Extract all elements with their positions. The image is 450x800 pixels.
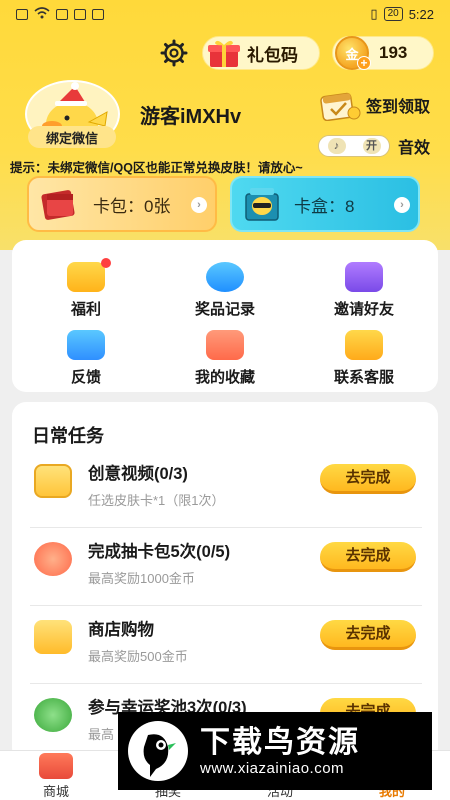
settings-gear-icon[interactable]	[158, 37, 190, 69]
task-row: 完成抽卡包5次(0/5) 最高奖励1000金币 去完成	[30, 528, 422, 606]
grid-item-my-favorites[interactable]: 我的收藏	[170, 330, 280, 387]
gift-box-icon	[207, 38, 241, 68]
grid-item-welfare[interactable]: 福利	[31, 258, 141, 319]
wifi-icon	[34, 6, 50, 22]
card-box-button[interactable]: 卡盒：8 ›	[230, 176, 420, 232]
coin-count: 193	[379, 43, 408, 62]
sim-icon	[16, 8, 28, 20]
gift-icon	[67, 258, 111, 292]
card-pack-icon	[37, 184, 81, 224]
money-bag-icon	[34, 542, 72, 576]
username: 游客iMXHv	[140, 106, 242, 128]
calendar-checkin-icon	[318, 89, 362, 122]
task-subtitle: 最高奖励500金币	[88, 649, 188, 664]
battery-indicator: 20	[383, 7, 403, 21]
feature-grid: 福利 奖品记录 邀请好友 反馈 我的收藏 联系客服	[12, 240, 438, 392]
coin-balance[interactable]: 金 + 193	[332, 36, 434, 70]
message-dots-icon	[67, 330, 105, 360]
chevron-right-icon: ›	[191, 197, 207, 213]
sound-setting: ♪ 开 音效	[318, 134, 430, 158]
header-actions: 礼包码 金 + 193	[158, 36, 434, 70]
go-complete-button[interactable]: 去完成	[320, 542, 416, 572]
sound-label: 音效	[398, 140, 431, 157]
task-subtitle: 最高	[88, 727, 115, 742]
tab-label: 商城	[42, 784, 69, 799]
coin-icon: 金 +	[335, 36, 371, 70]
task-title: 完成抽卡包5次(0/5)	[88, 543, 231, 561]
gift-code-label: 礼包码	[247, 45, 298, 65]
grid-label: 奖品记录	[194, 301, 255, 318]
message-icon	[74, 8, 86, 20]
clock: 5:22	[408, 6, 434, 22]
notification-dot	[101, 258, 111, 268]
tasks-title: 日常任务	[32, 426, 104, 446]
daily-tasks-panel: 日常任务 创意视频(0/3) 任选皮肤卡*1（限1次） 去完成 完成抽卡包5次(…	[12, 402, 438, 762]
go-complete-button[interactable]: 去完成	[320, 464, 416, 494]
chat-bubble-icon	[206, 262, 244, 292]
sound-toggle[interactable]: ♪ 开	[318, 135, 390, 157]
checkin-button[interactable]: 签到领取	[318, 88, 430, 122]
card-box-icon	[240, 184, 284, 224]
watermark-bird-logo-icon	[128, 721, 188, 781]
gift-code-button[interactable]: 礼包码	[202, 36, 320, 70]
notice-text: 提示：未绑定微信/QQ区也能正常兑换皮肤！请放心~	[10, 161, 303, 175]
task-subtitle: 任选皮肤卡*1（限1次）	[88, 493, 225, 508]
card-box-label: 卡盒：8	[294, 196, 355, 216]
toggle-on-label: 开	[362, 138, 381, 154]
grid-label: 邀请好友	[333, 301, 394, 318]
task-row: 创意视频(0/3) 任选皮肤卡*1（限1次） 去完成	[30, 450, 422, 528]
star-bookmark-icon	[206, 330, 244, 360]
add-coin-icon[interactable]: +	[357, 56, 371, 70]
grid-label: 福利	[70, 301, 101, 318]
card-pack-button[interactable]: 卡包：0张 ›	[27, 176, 217, 232]
music-note-icon: ♪	[327, 138, 346, 154]
chevron-right-icon: ›	[394, 197, 410, 213]
task-title: 商店购物	[88, 621, 154, 639]
checkin-label: 签到领取	[366, 99, 431, 116]
grid-label: 反馈	[70, 369, 101, 386]
grid-item-prize-records[interactable]: 奖品记录	[170, 262, 280, 319]
notification-icon	[56, 8, 68, 20]
watermark: 下载鸟资源 www.xiazainiao.com	[118, 712, 432, 790]
video-card-icon	[34, 464, 72, 498]
bind-wechat-button[interactable]: 绑定微信	[28, 126, 116, 148]
gift-box-icon	[34, 620, 72, 654]
wechat-icon	[92, 8, 104, 20]
watermark-title: 下载鸟资源	[200, 725, 360, 759]
customer-service-icon	[345, 330, 383, 360]
grid-item-feedback[interactable]: 反馈	[31, 330, 141, 387]
grid-item-invite-friends[interactable]: 邀请好友	[309, 262, 419, 319]
status-bar: ▯ 20 5:22	[0, 0, 450, 28]
grid-item-contact-support[interactable]: 联系客服	[309, 330, 419, 387]
grid-label: 联系客服	[333, 369, 394, 386]
vibrate-icon: ▯	[370, 6, 378, 21]
task-title: 创意视频(0/3)	[88, 465, 188, 483]
envelope-icon	[345, 262, 383, 292]
watermark-url: www.xiazainiao.com	[200, 759, 345, 777]
task-subtitle: 最高奖励1000金币	[88, 571, 195, 586]
shop-icon	[39, 753, 73, 779]
tab-shop[interactable]: 商城	[0, 751, 112, 800]
grid-label: 我的收藏	[194, 369, 255, 386]
card-pack-label: 卡包：0张	[93, 196, 171, 216]
lucky-pool-icon	[34, 698, 72, 732]
task-row: 商店购物 最高奖励500金币 去完成	[30, 606, 422, 684]
go-complete-button[interactable]: 去完成	[320, 620, 416, 650]
